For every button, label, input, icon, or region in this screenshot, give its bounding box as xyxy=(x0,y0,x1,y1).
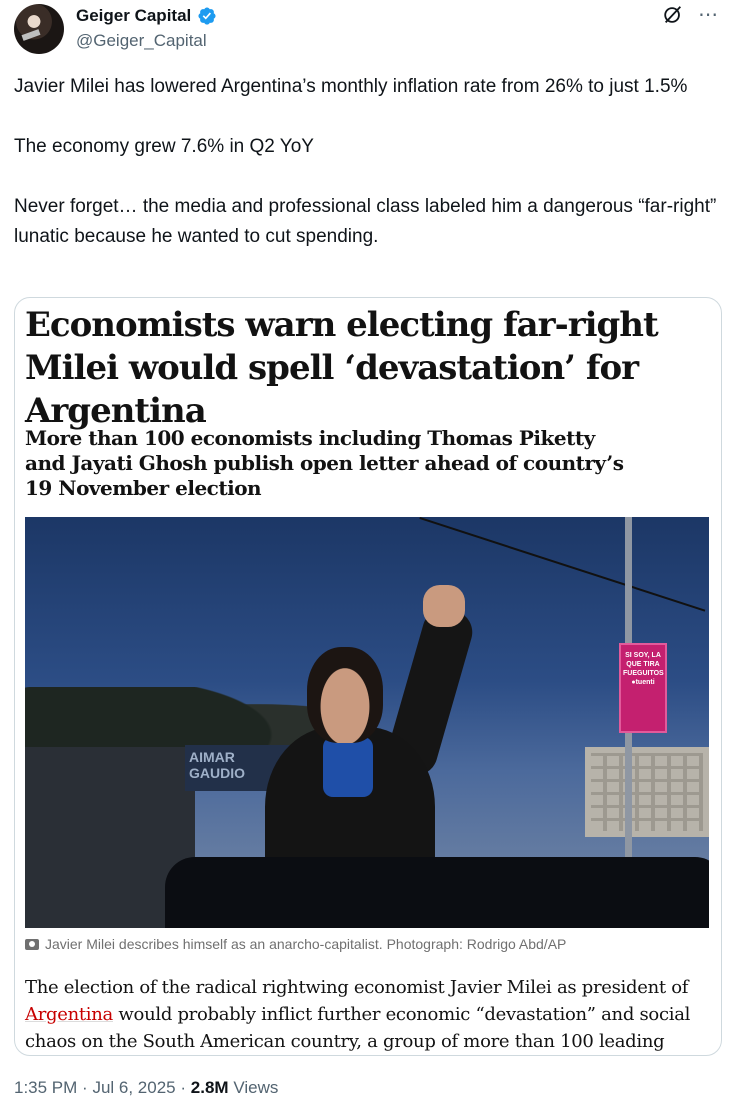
article-link-argentina[interactable]: Argentina xyxy=(25,1004,113,1025)
photo-fist xyxy=(423,585,465,627)
tweet-actions-top: ⋯ xyxy=(662,4,719,26)
photo-banner: SI SOY, LA QUE TIRA FUEGUITOS ●tuenti xyxy=(619,643,667,733)
tweet-text-paragraph-2: The economy grew 7.6% in Q2 YoY xyxy=(14,136,314,157)
grok-icon[interactable] xyxy=(662,4,684,26)
more-options-icon[interactable]: ⋯ xyxy=(698,4,719,26)
article-standfirst: More than 100 economists including Thoma… xyxy=(25,426,624,500)
tweet-time[interactable]: 1:35 PM xyxy=(14,1078,77,1097)
article-headline: Economists warn electing far-right Milei… xyxy=(25,305,659,431)
author-avatar[interactable] xyxy=(14,4,64,54)
article-photo: SI SOY, LA QUE TIRA FUEGUITOS ●tuenti AI… xyxy=(25,517,709,928)
tweet-text-paragraph-3: Never forget… the media and professional… xyxy=(14,196,717,247)
photo-car xyxy=(165,857,709,928)
photo-caption-text: Javier Milei describes himself as an ana… xyxy=(45,936,567,952)
article-body-start: The election of the radical rightwing ec… xyxy=(25,977,689,998)
photo-head xyxy=(307,647,383,743)
metadata-separator-1: · xyxy=(82,1078,88,1097)
microphone-shape xyxy=(21,29,41,41)
photo-building-right xyxy=(585,747,709,837)
author-name[interactable]: Geiger Capital xyxy=(76,6,191,26)
tweet-metadata: 1:35 PM · Jul 6, 2025 · 2.8M Views xyxy=(14,1078,278,1098)
metadata-separator-2: · xyxy=(180,1078,187,1097)
author-handle[interactable]: @Geiger_Capital xyxy=(76,31,207,51)
verified-badge-icon xyxy=(198,7,216,25)
photo-sign-text: AIMAR GAUDIO xyxy=(189,749,245,781)
article-body-end: would probably inflict further economic … xyxy=(25,1004,691,1052)
photo-shirt xyxy=(323,737,373,797)
views-label: Views xyxy=(233,1078,279,1097)
article-body: The election of the radical rightwing ec… xyxy=(25,974,715,1055)
views-count[interactable]: 2.8M xyxy=(191,1078,229,1097)
tweet-date[interactable]: Jul 6, 2025 xyxy=(92,1078,175,1097)
camera-icon xyxy=(25,938,39,950)
photo-banner-text: SI SOY, LA QUE TIRA FUEGUITOS ●tuenti xyxy=(623,652,664,686)
author-name-row: Geiger Capital xyxy=(76,6,217,26)
article-screenshot-media[interactable]: Economists warn electing far-right Milei… xyxy=(14,297,722,1056)
tweet-text: Javier Milei has lowered Argentina’s mon… xyxy=(14,72,720,282)
photo-caption: Javier Milei describes himself as an ana… xyxy=(25,935,566,953)
tweet-text-paragraph-1: Javier Milei has lowered Argentina’s mon… xyxy=(14,76,688,97)
